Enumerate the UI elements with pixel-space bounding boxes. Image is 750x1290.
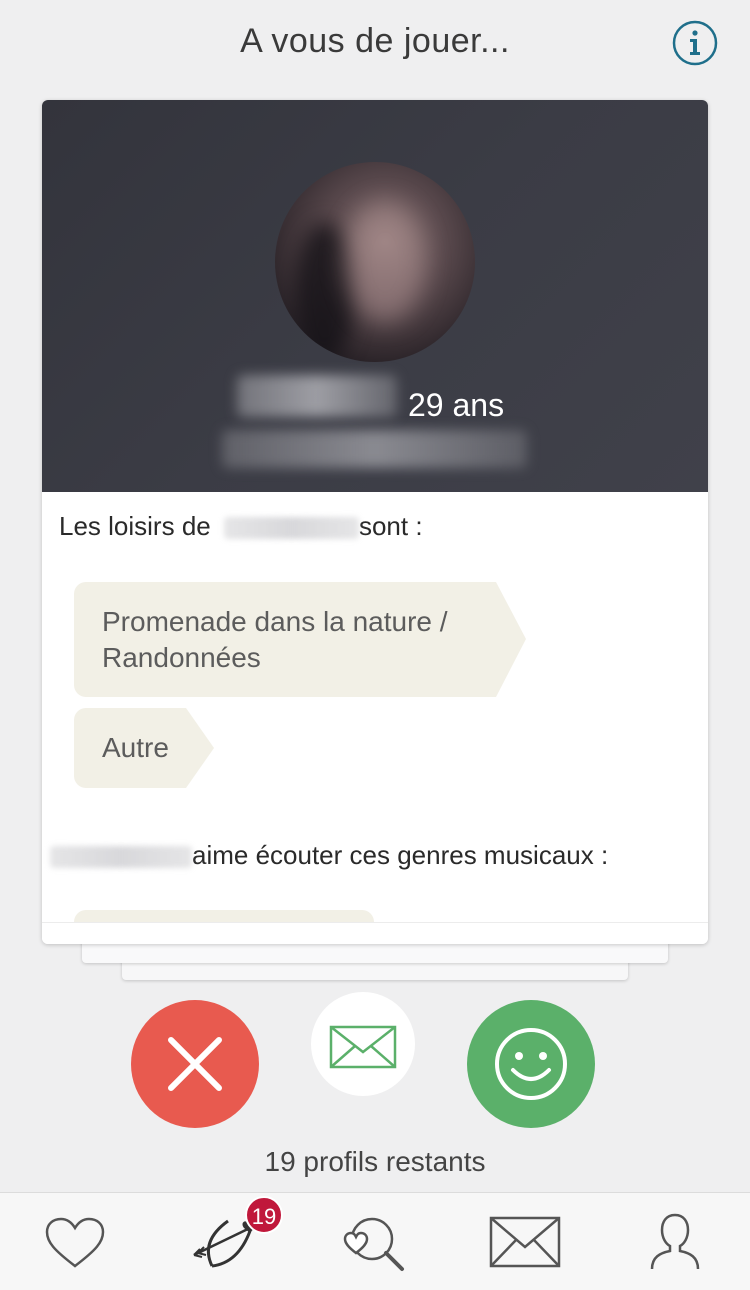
reject-button[interactable]	[131, 1000, 259, 1128]
hobbies-suffix: sont :	[358, 511, 423, 541]
tab-messages[interactable]	[450, 1193, 600, 1290]
hobby-tag: Promenade dans la nature / Randonnées	[74, 582, 526, 697]
hobbies-prefix: Les loisirs de	[59, 511, 211, 541]
tab-search[interactable]	[300, 1193, 450, 1290]
tab-profile[interactable]	[600, 1193, 750, 1290]
heart-icon	[45, 1217, 105, 1268]
message-button[interactable]	[311, 992, 415, 1096]
close-icon	[168, 1037, 222, 1091]
music-heading: aime écouter ces genres musicaux :	[50, 840, 608, 871]
smiley-icon	[495, 1028, 567, 1100]
page-title: A vous de jouer...	[240, 22, 510, 60]
profile-icon	[650, 1213, 700, 1270]
avatar[interactable]	[275, 162, 475, 362]
music-suffix: aime écouter ces genres musicaux :	[192, 840, 609, 870]
profile-name-redacted	[237, 375, 397, 417]
profiles-remaining: 19 profils restants	[264, 1146, 486, 1177]
profile-header: 29 ans	[42, 100, 708, 492]
hobbies-heading: Les loisirs de sont :	[59, 511, 423, 542]
notification-badge: 19	[245, 1196, 283, 1234]
hobby-tag: Autre	[74, 708, 214, 788]
like-button[interactable]	[467, 1000, 595, 1128]
hobby-tag-label: Autre	[102, 732, 169, 763]
profile-location-redacted	[222, 430, 527, 468]
name-redacted	[50, 846, 192, 869]
envelope-icon	[329, 1025, 397, 1069]
tab-bar	[0, 1192, 750, 1290]
tab-favorites[interactable]	[0, 1193, 150, 1290]
hobby-tag-label: Promenade dans la nature / Randonnées	[102, 606, 448, 673]
card-footer	[42, 922, 708, 944]
profile-card[interactable]: 29 ans Les loisirs de sont : Promenade d…	[42, 100, 708, 944]
profile-age: 29 ans	[408, 387, 505, 423]
search-heart-icon	[343, 1217, 404, 1271]
name-redacted	[223, 517, 359, 540]
info-icon[interactable]	[671, 19, 719, 67]
header: A vous de jouer...	[0, 0, 750, 82]
envelope-icon	[489, 1216, 561, 1268]
